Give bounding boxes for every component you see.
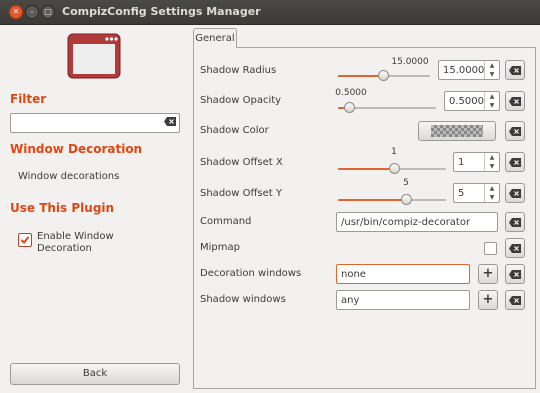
filter-input[interactable] — [10, 113, 180, 133]
shadow-color-label: Shadow Color — [200, 125, 269, 136]
slider-knob[interactable] — [344, 102, 355, 113]
shadow-offset-y-reset-button[interactable] — [505, 183, 525, 203]
setting-row-decoration-windows: Decoration windows none + — [200, 262, 528, 288]
shadow-opacity-spin-value: 0.5000 — [449, 96, 484, 107]
setting-row-mipmap: Mipmap — [200, 236, 528, 262]
sidebar: Filter Window Decoration Window decorati… — [0, 24, 190, 393]
tab-general[interactable]: General — [193, 28, 237, 48]
decoration-windows-reset-button[interactable] — [505, 264, 525, 284]
spin-arrows-icon[interactable]: ▲ ▼ — [484, 184, 499, 202]
decoration-windows-label: Decoration windows — [200, 268, 302, 279]
shadow-opacity-reset-button[interactable] — [505, 91, 525, 111]
use-this-plugin-heading: Use This Plugin — [10, 201, 115, 215]
slider-knob[interactable] — [378, 70, 389, 81]
setting-row-command: Command /usr/bin/compiz-decorator — [200, 210, 528, 236]
reset-icon — [509, 296, 521, 305]
enable-plugin-label: Enable Window Decoration — [37, 231, 114, 254]
plus-icon: + — [482, 266, 494, 281]
reset-icon — [509, 127, 521, 136]
setting-row-shadow-offset-x: Shadow Offset X 1 1 ▲ ▼ — [200, 147, 528, 176]
shadow-offset-x-spinner[interactable]: 1 ▲ ▼ — [453, 152, 500, 172]
reset-icon — [509, 189, 521, 198]
shadow-radius-slider-value: 15.0000 — [391, 57, 429, 67]
shadow-offset-y-slider-value: 5 — [403, 178, 409, 188]
command-value: /usr/bin/compiz-decorator — [341, 217, 471, 228]
shadow-offset-x-spin-value: 1 — [458, 157, 465, 168]
reset-icon — [509, 270, 521, 279]
decoration-windows-value: none — [341, 269, 366, 280]
shadow-windows-label: Shadow windows — [200, 294, 286, 305]
minimize-icon[interactable]: – — [25, 5, 39, 19]
decoration-windows-edit-button[interactable]: + — [478, 264, 498, 284]
shadow-offset-y-spinner[interactable]: 5 ▲ ▼ — [453, 183, 500, 203]
enable-plugin-checkbox[interactable] — [18, 233, 32, 247]
setting-row-shadow-radius: Shadow Radius 15.0000 15.0000 ▲ ▼ — [200, 57, 528, 84]
shadow-windows-input[interactable]: any — [336, 290, 470, 310]
reset-icon — [509, 244, 521, 253]
window-decoration-heading: Window Decoration — [10, 142, 143, 156]
plus-icon: + — [482, 292, 494, 307]
shadow-opacity-slider-value: 0.5000 — [335, 88, 367, 98]
shadow-offset-x-reset-button[interactable] — [505, 152, 525, 172]
shadow-offset-x-slider[interactable] — [338, 163, 446, 174]
setting-row-shadow-opacity: Shadow Opacity 0.5000 0.5000 ▲ ▼ — [200, 88, 528, 114]
shadow-offset-y-slider[interactable] — [338, 194, 446, 205]
shadow-offset-y-label: Shadow Offset Y — [200, 188, 282, 199]
mipmap-label: Mipmap — [200, 242, 240, 253]
back-button[interactable]: Back — [10, 363, 180, 385]
shadow-opacity-slider[interactable] — [338, 102, 436, 113]
title-bar: ✕ – □ CompizConfig Settings Manager — [0, 0, 540, 25]
slider-knob[interactable] — [389, 163, 400, 174]
command-input[interactable]: /usr/bin/compiz-decorator — [336, 212, 498, 232]
maximize-icon[interactable]: □ — [41, 5, 55, 19]
shadow-windows-reset-button[interactable] — [505, 290, 525, 310]
shadow-radius-spinner[interactable]: 15.0000 ▲ ▼ — [438, 60, 500, 80]
spin-arrows-icon[interactable]: ▲ ▼ — [484, 92, 499, 110]
decoration-windows-input[interactable]: none — [336, 264, 470, 284]
shadow-opacity-spinner[interactable]: 0.5000 ▲ ▼ — [444, 91, 500, 111]
reset-icon — [509, 158, 521, 167]
spin-arrows-icon[interactable]: ▲ ▼ — [484, 61, 499, 79]
close-icon[interactable]: ✕ — [9, 5, 23, 19]
color-swatch — [431, 125, 483, 137]
setting-row-shadow-windows: Shadow windows any + — [200, 288, 528, 314]
window-decoration-plugin-icon — [67, 33, 121, 79]
shadow-offset-x-slider-value: 1 — [391, 147, 397, 157]
shadow-color-button[interactable] — [418, 121, 496, 141]
sidebar-item-window-decorations[interactable]: Window decorations — [18, 171, 119, 182]
shadow-opacity-label: Shadow Opacity — [200, 95, 282, 106]
mipmap-reset-button[interactable] — [505, 238, 525, 258]
reset-icon — [509, 66, 521, 75]
shadow-radius-label: Shadow Radius — [200, 65, 277, 76]
shadow-radius-slider[interactable] — [338, 70, 430, 81]
reset-icon — [509, 218, 521, 227]
checkmark-icon — [20, 236, 30, 244]
reset-icon — [509, 97, 521, 106]
shadow-radius-spin-value: 15.0000 — [443, 65, 485, 76]
setting-row-shadow-offset-y: Shadow Offset Y 5 5 ▲ ▼ — [200, 178, 528, 207]
setting-row-shadow-color: Shadow Color — [200, 119, 528, 145]
shadow-color-reset-button[interactable] — [505, 121, 525, 141]
filter-heading: Filter — [10, 92, 47, 106]
shadow-windows-edit-button[interactable]: + — [478, 290, 498, 310]
command-label: Command — [200, 216, 252, 227]
slider-knob[interactable] — [401, 194, 412, 205]
clear-filter-icon[interactable] — [164, 117, 176, 126]
mipmap-checkbox[interactable] — [484, 242, 497, 255]
command-reset-button[interactable] — [505, 212, 525, 232]
shadow-radius-reset-button[interactable] — [505, 60, 525, 80]
shadow-windows-value: any — [341, 295, 360, 306]
window-title: CompizConfig Settings Manager — [62, 5, 261, 18]
spin-arrows-icon[interactable]: ▲ ▼ — [484, 153, 499, 171]
shadow-offset-y-spin-value: 5 — [458, 188, 465, 199]
shadow-offset-x-label: Shadow Offset X — [200, 157, 283, 168]
